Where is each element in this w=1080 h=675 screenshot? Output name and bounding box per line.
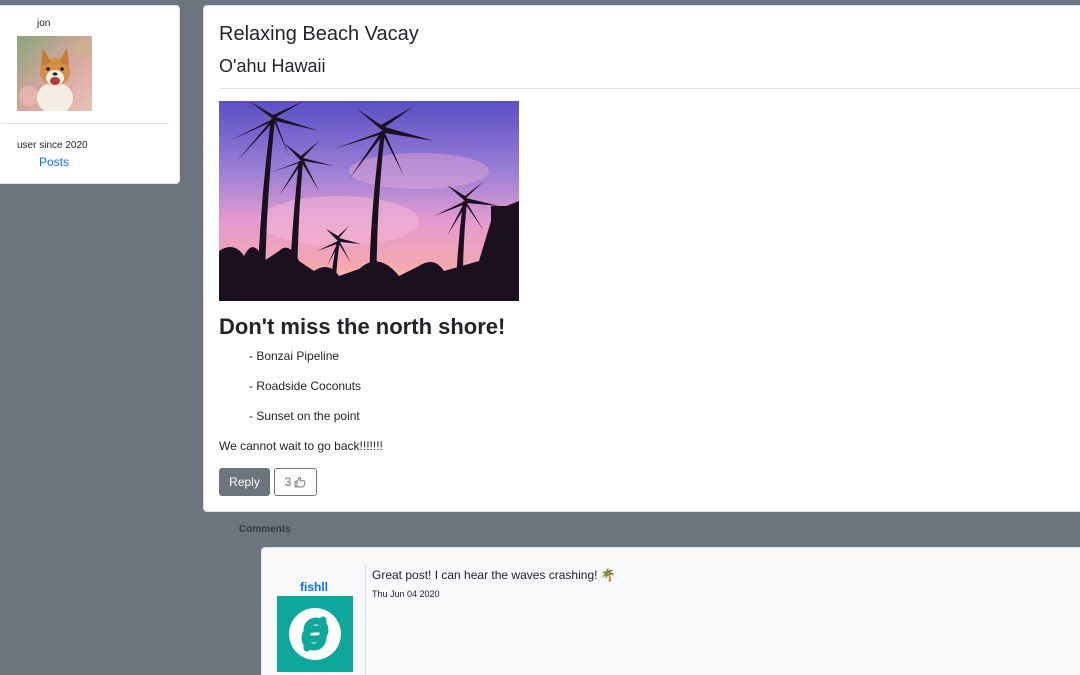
list-item: - Sunset on the point: [249, 409, 360, 423]
profile-divider: [1, 123, 169, 124]
post-heading: Don't miss the north shore!: [219, 314, 506, 339]
post-card: Relaxing Beach Vacay O'ahu Hawaii Don't …: [203, 5, 1080, 512]
thumbs-up-icon: [294, 476, 306, 488]
list-item: - Bonzai Pipeline: [249, 349, 340, 363]
post-body: We cannot wait to go back!!!!!!!: [219, 439, 383, 453]
comment-divider: [365, 564, 366, 675]
post-list: - Bonzai Pipeline - Roadside Coconuts - …: [249, 349, 361, 439]
like-button[interactable]: 3: [274, 468, 317, 496]
comments-label: Comments: [239, 524, 291, 535]
profile-username: jon: [37, 18, 51, 29]
member-since-text: user since 2020: [17, 140, 88, 151]
reply-button[interactable]: Reply: [219, 468, 270, 496]
posts-link[interactable]: Posts: [39, 155, 69, 169]
post-title: Relaxing Beach Vacay: [219, 23, 419, 45]
post-location: O'ahu Hawaii: [219, 56, 326, 76]
comment-card: fishll Great post! I can hear the waves …: [261, 547, 1080, 675]
palm-sunset-photo: [219, 101, 519, 301]
comment-date: Thu Jun 04 2020: [372, 589, 440, 599]
fedora-logo-avatar[interactable]: [277, 596, 353, 672]
comment-author[interactable]: fishll: [300, 580, 328, 594]
like-count: 3: [284, 475, 292, 489]
dog-avatar-icon[interactable]: [17, 36, 92, 111]
profile-card: jon user since 2020 Posts: [0, 5, 180, 184]
list-item: - Roadside Coconuts: [249, 379, 362, 393]
comment-text: Great post! I can hear the waves crashin…: [372, 568, 616, 582]
post-divider: [219, 88, 1080, 89]
page: jon user since 2020 Posts Relaxing Beach…: [0, 0, 1080, 675]
